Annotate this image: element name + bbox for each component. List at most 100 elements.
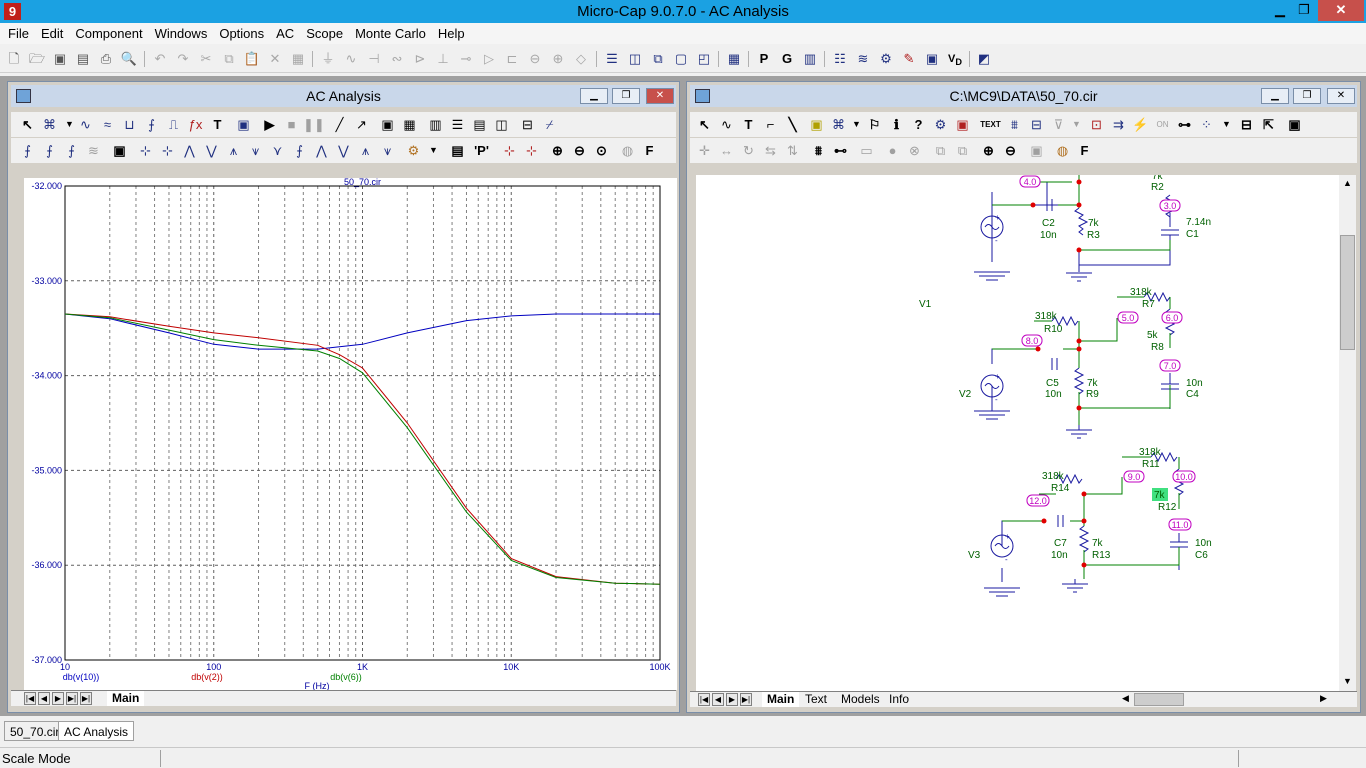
close-button[interactable]: ✕ (1318, 0, 1364, 21)
ac-maximize-button[interactable]: ❐ (612, 88, 640, 104)
info-icon[interactable]: ℹ (886, 114, 907, 135)
scroll-down-icon[interactable]: ▼ (1341, 675, 1354, 688)
end-page-button[interactable]: ▶| (80, 692, 92, 705)
layout-4-icon[interactable]: ◫ (491, 114, 512, 135)
attribute-icon[interactable]: ⩩ (1004, 114, 1025, 135)
menu-windows[interactable]: Windows (149, 26, 214, 41)
frame-icon[interactable]: ▣ (922, 49, 942, 69)
high-icon[interactable]: ⩚ (223, 140, 244, 161)
flag-icon[interactable]: ⚐ (864, 114, 885, 135)
pick-icon[interactable]: ⇱ (1258, 114, 1279, 135)
cursor-2-icon[interactable]: ⨍ (39, 140, 60, 161)
layout-3-icon[interactable]: ▤ (469, 114, 490, 135)
maximize-button[interactable]: ❐ (1290, 0, 1318, 21)
chip-icon[interactable]: ▣ (806, 114, 827, 135)
schem-zoom-in-icon[interactable]: ⊕ (978, 140, 999, 161)
pointer-icon[interactable]: ↖ (17, 114, 38, 135)
plot-area[interactable]: -32.000 -33.000 -34.000 -35.000 -36.000 -37.0… (24, 178, 677, 690)
print-icon[interactable]: ⎙ (96, 49, 116, 69)
arrow-tool-icon[interactable]: ↗ (351, 114, 372, 135)
menu-component[interactable]: Component (69, 26, 148, 41)
menu-ac[interactable]: AC (270, 26, 300, 41)
grid-dropdown-icon[interactable]: ▼ (1216, 114, 1237, 135)
schem-next-page-button[interactable]: ▶ (726, 693, 738, 706)
g-tool-icon[interactable]: G (777, 49, 797, 69)
ungroup-icon[interactable]: ⧉ (952, 140, 973, 161)
ground-icon[interactable]: ⏚ (318, 49, 338, 69)
grid-icon[interactable]: ▥ (800, 49, 820, 69)
find-icon[interactable]: ⩩ (808, 140, 829, 161)
schematic-canvas[interactable]: 4.0 3.0 8.0 5.0 6.0 7.0 9.0 10.0 12.0 11… (696, 175, 1340, 691)
redo-icon[interactable]: ↷ (173, 49, 193, 69)
slope-icon[interactable]: ⨍ (141, 114, 162, 135)
next-page-button[interactable]: ▶ (52, 692, 64, 705)
table-icon[interactable]: ▤ (447, 140, 468, 161)
schem-maximize-button[interactable]: ❐ (1293, 88, 1321, 104)
schem-pointer-icon[interactable]: ↖ (694, 114, 715, 135)
cursor-1-icon[interactable]: ⨍ (17, 140, 38, 161)
tile-vertical-icon[interactable]: ◫ (625, 49, 645, 69)
schem-first-page-button[interactable]: |◀ (698, 693, 710, 706)
next-cycle-icon[interactable]: ⩛ (377, 140, 398, 161)
copy-icon[interactable]: ⧉ (219, 49, 239, 69)
palette-icon[interactable]: ◍ (1052, 140, 1073, 161)
probe-icon[interactable]: ⊕ (548, 49, 568, 69)
capacitor-icon[interactable]: ⊣ (364, 49, 384, 69)
run-icon[interactable]: ▶ (259, 114, 280, 135)
menu-help[interactable]: Help (432, 26, 471, 41)
schem-font-icon[interactable]: F (1074, 140, 1095, 161)
menu-edit[interactable]: Edit (35, 26, 69, 41)
condition-icon[interactable]: ⚡ (1130, 114, 1151, 135)
prev-page-button[interactable]: ◀ (38, 692, 50, 705)
schematic-drawing[interactable]: 4.0 3.0 8.0 5.0 6.0 7.0 9.0 10.0 12.0 11… (696, 175, 1340, 691)
p-tool-icon[interactable]: P (754, 49, 774, 69)
print-preview-icon[interactable]: 🔍 (119, 49, 139, 69)
ac-close-button[interactable]: ✕ (646, 88, 674, 104)
tab-models[interactable]: Models (836, 692, 885, 707)
cycle-icon[interactable]: ⩚ (355, 140, 376, 161)
move-icon[interactable]: ✛ (694, 140, 715, 161)
scroll-thumb[interactable] (1340, 235, 1355, 350)
delete-icon[interactable]: ✕ (265, 49, 285, 69)
probe-tool-icon[interactable]: ▣ (952, 114, 973, 135)
tag-icon[interactable]: ▣ (109, 140, 130, 161)
open-file-icon[interactable]: 🗁 (27, 49, 47, 69)
layout-1-icon[interactable]: ▥ (425, 114, 446, 135)
horizontal-cursor-icon[interactable]: ⊹ (135, 140, 156, 161)
cursor-mode-icon[interactable]: ⌿ (539, 114, 560, 135)
save-icon[interactable]: ▣ (50, 49, 70, 69)
menu-options[interactable]: Options (213, 26, 270, 41)
grid-tool-icon[interactable]: ▦ (399, 114, 420, 135)
pen-icon[interactable]: ✎ (899, 49, 919, 69)
global-low-icon[interactable]: ⋁ (333, 140, 354, 161)
current-icon[interactable]: ⊡ (1086, 114, 1107, 135)
hscroll-thumb[interactable] (1134, 693, 1184, 706)
valley-find-icon[interactable]: ⋁ (201, 140, 222, 161)
help-query-icon[interactable]: ? (908, 114, 929, 135)
zoom-fit-icon[interactable]: ⊙ (591, 140, 612, 161)
diagonal-wire-icon[interactable]: ╲ (782, 114, 803, 135)
inflection-icon[interactable]: ⋎ (267, 140, 288, 161)
tab-info[interactable]: Info (884, 692, 914, 707)
pause-icon[interactable]: ❚❚ (303, 114, 325, 135)
paste-icon[interactable]: 📋 (242, 49, 262, 69)
flip-x-icon[interactable]: ⇆ (760, 140, 781, 161)
switch-icon[interactable]: ⊏ (502, 49, 522, 69)
text-tool-icon[interactable]: T (207, 114, 228, 135)
peak-find-icon[interactable]: ⋀ (179, 140, 200, 161)
last-page-button[interactable]: ▶| (66, 692, 78, 705)
menu-monte-carlo[interactable]: Monte Carlo (349, 26, 432, 41)
schem-last-page-button[interactable]: ▶| (740, 693, 752, 706)
opamp-icon[interactable]: ▷ (479, 49, 499, 69)
group-icon[interactable]: ⧉ (930, 140, 951, 161)
vertical-cursor-icon[interactable]: ⊹ (157, 140, 178, 161)
valley-icon[interactable]: ⊔ (119, 114, 140, 135)
zoom-out-icon[interactable]: ⊖ (569, 140, 590, 161)
schem-close-button[interactable]: ✕ (1327, 88, 1355, 104)
new-file-icon[interactable]: 🗋 (4, 49, 24, 69)
stop-sign-icon[interactable]: ● (882, 140, 903, 161)
peak-icon[interactable]: ≈ (97, 114, 118, 135)
frame-tool-icon[interactable]: ▣ (377, 114, 398, 135)
pin-icon[interactable]: ⊶ (1174, 114, 1195, 135)
comment-icon[interactable]: ▭ (856, 140, 877, 161)
